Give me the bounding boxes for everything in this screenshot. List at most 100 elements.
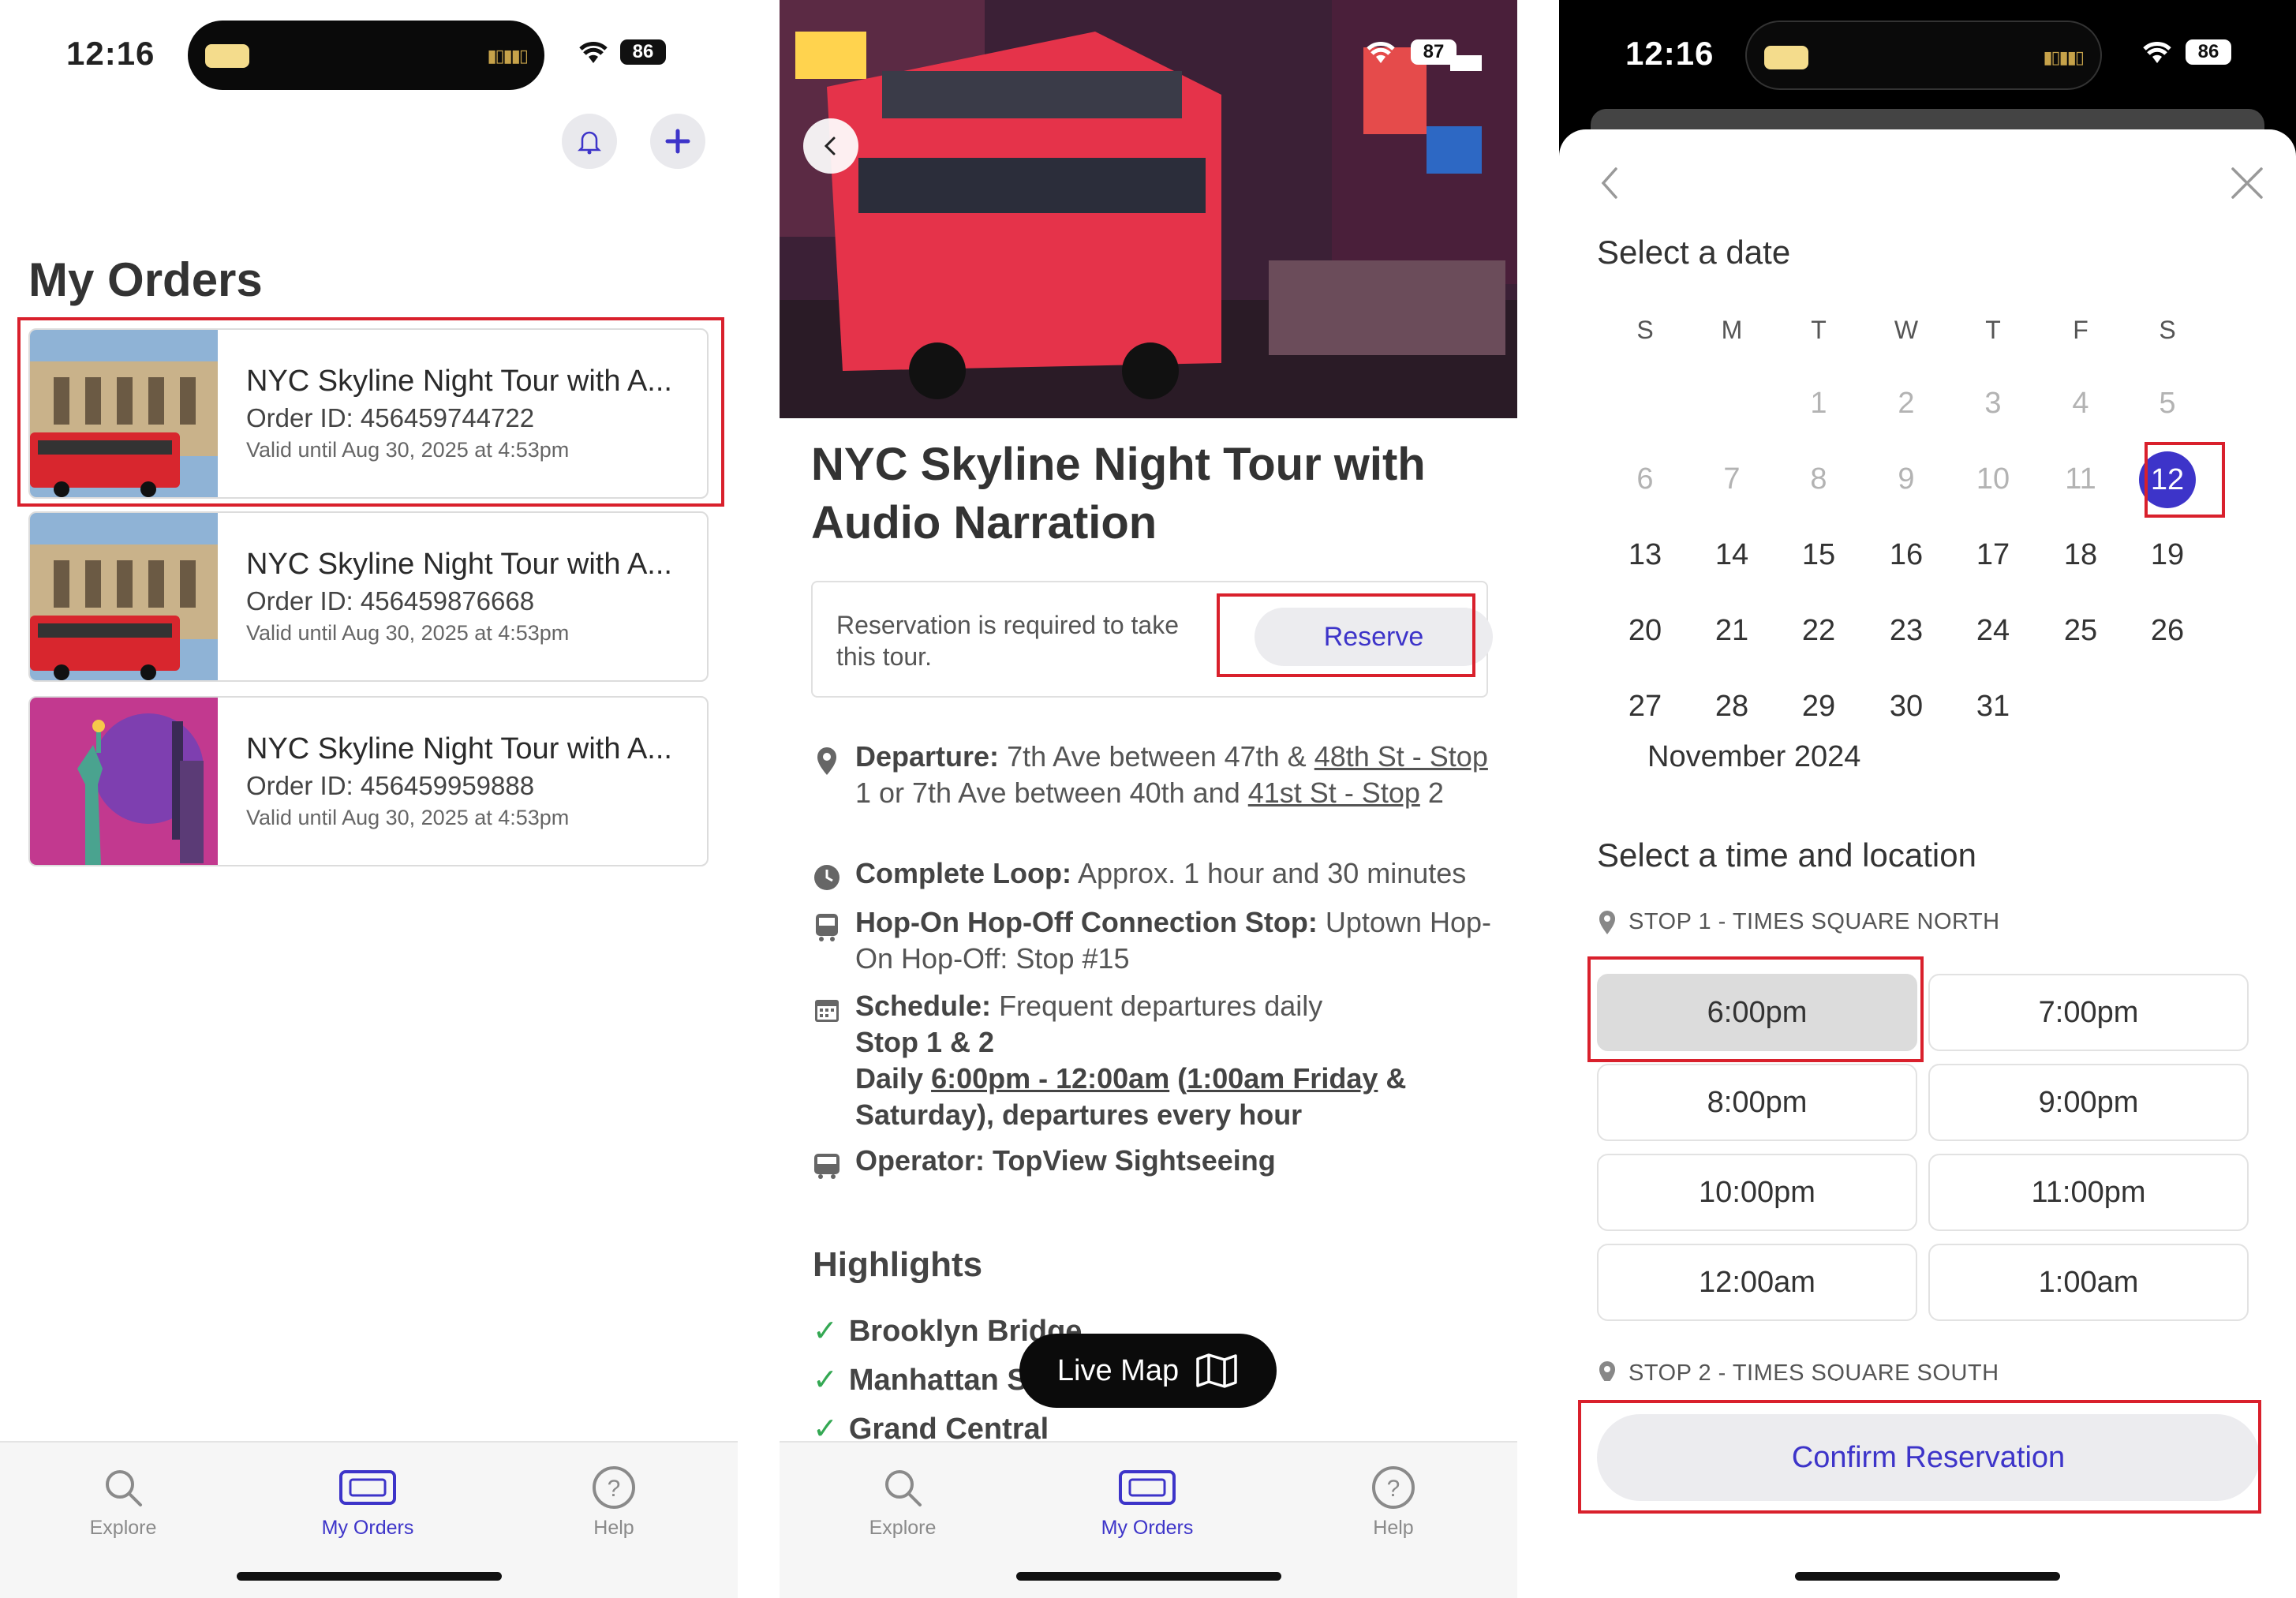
calendar-day[interactable]: 27 xyxy=(1602,679,1688,734)
loop-info: Complete Loop: Approx. 1 hour and 30 min… xyxy=(811,855,1505,892)
tab-help[interactable]: ? Help xyxy=(1314,1461,1472,1540)
tab-explore[interactable]: Explore xyxy=(44,1461,202,1540)
reservation-sheet: Select a date S M T W T F S 1 2 3 4 5 6 … xyxy=(1559,129,2296,1598)
calendar-day[interactable]: 20 xyxy=(1602,603,1688,658)
calendar-day: 10 xyxy=(1976,462,2010,496)
calendar-day[interactable]: 29 xyxy=(1775,679,1862,734)
order-card[interactable]: NYC Skyline Night Tour with A... Order I… xyxy=(28,696,709,866)
calendar-day[interactable]: 14 xyxy=(1688,527,1775,582)
calendar-day[interactable]: 24 xyxy=(1950,603,2036,658)
tab-explore[interactable]: Explore xyxy=(824,1461,982,1540)
help-icon: ? xyxy=(593,1466,635,1509)
calendar-day[interactable]: 23 xyxy=(1863,603,1950,658)
loop-text: Approx. 1 hour and 30 minutes xyxy=(1078,857,1467,889)
status-bar: 12:16 ▮▯▮▮▯ 86 xyxy=(0,0,738,110)
calendar-day[interactable]: 22 xyxy=(1775,603,1862,658)
calendar-day[interactable]: 26 xyxy=(2124,603,2211,658)
home-indicator xyxy=(1795,1572,2060,1581)
highlight-box xyxy=(1587,956,1924,1062)
tab-label: Help xyxy=(1373,1517,1414,1539)
calendar-day[interactable]: 13 xyxy=(1602,527,1688,582)
check-icon: ✓ xyxy=(813,1364,838,1397)
live-map-button[interactable]: Live Map xyxy=(1019,1334,1277,1408)
schedule-stops: Stop 1 & 2 xyxy=(855,1026,995,1058)
time-slot[interactable]: 11:00pm xyxy=(1928,1154,2249,1231)
stop-link[interactable]: 48th St - Stop xyxy=(1314,740,1488,773)
schedule-paren: ( xyxy=(1177,1062,1187,1095)
weekday-label: T xyxy=(1985,316,2001,344)
calendar-day[interactable]: 17 xyxy=(1950,527,2036,582)
departure-info: Departure: 7th Ave between 47th & 48th S… xyxy=(811,739,1505,811)
calendar-day[interactable]: 30 xyxy=(1863,679,1950,734)
reservation-screen: 12:16 ▮▯▮▮▯ 86 Select a date S M T W T F… xyxy=(1559,0,2296,1598)
order-validity: Valid until Aug 30, 2025 at 4:53pm xyxy=(246,621,570,645)
clock-icon xyxy=(814,865,839,890)
calendar-day: 9 xyxy=(1898,462,1915,496)
select-time-heading: Select a time and location xyxy=(1597,836,1976,874)
ticket-icon xyxy=(339,1470,396,1505)
calendar-day[interactable]: 15 xyxy=(1775,527,1862,582)
coach-icon xyxy=(814,1154,839,1179)
time-slot[interactable]: 9:00pm xyxy=(1928,1064,2249,1141)
activity-pill-icon xyxy=(1764,46,1808,69)
back-button[interactable] xyxy=(1595,164,1624,202)
status-bar: 87 xyxy=(780,0,1517,110)
highlights-heading: Highlights xyxy=(813,1245,983,1284)
location-pin-icon xyxy=(817,747,836,775)
calendar-day[interactable]: 28 xyxy=(1688,679,1775,734)
loop-label: Complete Loop: xyxy=(855,857,1071,889)
close-button[interactable] xyxy=(2228,164,2266,202)
schedule-time-link[interactable]: 6:00pm - 12:00am xyxy=(931,1062,1169,1095)
highlight-box xyxy=(17,317,724,507)
departure-text: 7th Ave between 47th & xyxy=(1007,740,1307,773)
calendar-day: 4 xyxy=(2072,387,2089,420)
calendar-day[interactable]: 25 xyxy=(2037,603,2124,658)
tab-label: My Orders xyxy=(321,1517,414,1539)
stop-2-label: STOP 2 - TIMES SQUARE SOUTH xyxy=(1597,1360,1999,1381)
highlight-box xyxy=(1578,1400,2261,1514)
calendar-day[interactable]: 21 xyxy=(1688,603,1775,658)
calendar-day: 1 xyxy=(1810,387,1827,420)
help-icon: ? xyxy=(1372,1466,1415,1509)
calendar-day: 2 xyxy=(1898,387,1915,420)
departure-label: Departure: xyxy=(855,740,1000,773)
battery-icon: 86 xyxy=(2186,39,2231,65)
tab-label: Help xyxy=(593,1517,634,1539)
back-button[interactable] xyxy=(803,118,858,174)
statue-of-liberty-thumbnail xyxy=(30,698,218,865)
order-id: Order ID: 456459959888 xyxy=(246,771,535,800)
order-id: Order ID: 456459876668 xyxy=(246,586,535,616)
calendar-day[interactable]: 31 xyxy=(1950,679,2036,734)
time-slot[interactable]: 8:00pm xyxy=(1597,1064,1917,1141)
weekday-label: S xyxy=(1636,316,1654,344)
home-indicator xyxy=(1015,1572,1281,1581)
calendar-day: 11 xyxy=(2065,462,2096,496)
calendar-day[interactable]: 19 xyxy=(2124,527,2211,582)
order-info: NYC Skyline Night Tour with A... Order I… xyxy=(246,548,696,646)
schedule-time-link[interactable]: 1:00am Friday xyxy=(1187,1062,1378,1095)
weekday-label: F xyxy=(2073,316,2088,344)
time-slot[interactable]: 7:00pm xyxy=(1928,974,2249,1051)
bus-icon xyxy=(816,914,838,941)
tab-my-orders[interactable]: My Orders xyxy=(289,1461,447,1540)
notifications-button[interactable] xyxy=(562,114,617,169)
calendar-day[interactable]: 16 xyxy=(1863,527,1950,582)
add-order-button[interactable] xyxy=(650,114,705,169)
time-slot[interactable]: 1:00am xyxy=(1928,1244,2249,1321)
operator-info: Operator: TopView Sightseeing xyxy=(811,1143,1505,1179)
tab-help[interactable]: ? Help xyxy=(535,1461,693,1540)
plus-icon xyxy=(665,129,690,154)
highlight-text: Manhattan S xyxy=(848,1364,1027,1397)
highlight-box xyxy=(1217,593,1475,677)
tab-bar: Explore My Orders ? Help xyxy=(0,1441,738,1598)
order-card[interactable]: NYC Skyline Night Tour with A... Order I… xyxy=(28,511,709,682)
tab-my-orders[interactable]: My Orders xyxy=(1068,1461,1226,1540)
tab-label: My Orders xyxy=(1101,1517,1194,1539)
time-slot[interactable]: 12:00am xyxy=(1597,1244,1917,1321)
highlight-box xyxy=(2145,442,2225,518)
stop-link[interactable]: 41st St - Stop xyxy=(1248,777,1420,809)
tour-title: NYC Skyline Night Tour with Audio Narrat… xyxy=(811,439,1426,548)
operator-label: Operator: TopView Sightseeing xyxy=(855,1144,1276,1177)
calendar-day[interactable]: 18 xyxy=(2037,527,2124,582)
time-slot[interactable]: 10:00pm xyxy=(1597,1154,1917,1231)
